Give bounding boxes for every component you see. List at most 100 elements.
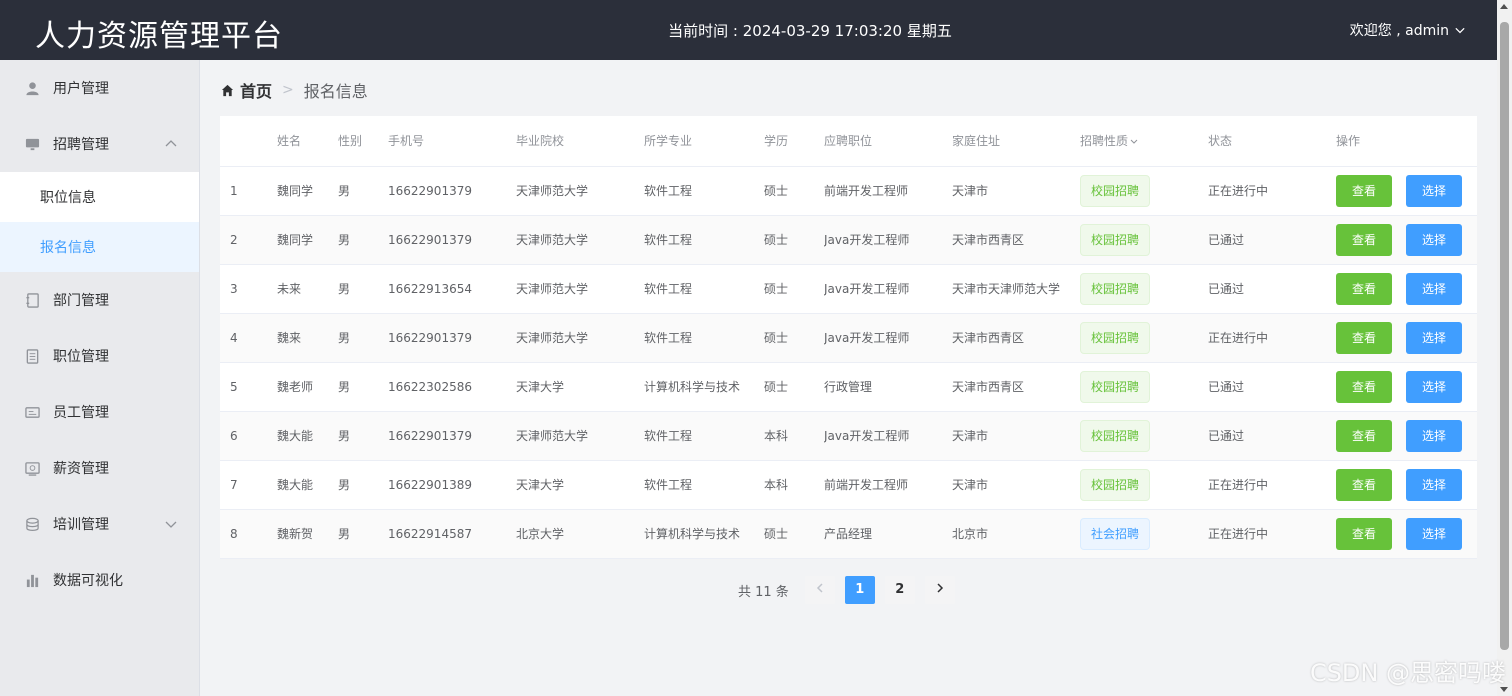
user-menu[interactable]: 欢迎您 , admin [1350, 20, 1465, 40]
view-button[interactable]: 查看 [1336, 517, 1392, 550]
cell-name: 魏大能 [277, 460, 338, 510]
select-button[interactable]: 选择 [1406, 370, 1462, 403]
table-row: 7 魏大能男 16622901389 天津大学 软件工程 本科 前端开发工程师 天津市 校园招聘… [220, 460, 1477, 510]
breadcrumb-home[interactable]: 首页 [221, 78, 272, 102]
chevron-right-icon [937, 583, 943, 593]
column-header: 应聘职位 [824, 116, 952, 167]
column-header: 姓名 [277, 116, 338, 167]
sidebar-item-0[interactable]: 用户管理 [0, 60, 199, 116]
table-row: 1 魏同学男 16622901379 天津师范大学 软件工程 硕士 前端开发工程师 天津市 校园… [220, 166, 1477, 216]
scroll-up-icon[interactable] [1500, 4, 1508, 9]
filter-caret-icon[interactable] [1130, 134, 1138, 144]
cell-status: 已通过 [1208, 215, 1336, 265]
pagination: 共 11 条 12 [738, 576, 965, 604]
sidebar-item-label: 培训管理 [53, 517, 109, 533]
cell-status: 已通过 [1208, 411, 1336, 461]
cell-address: 北京市 [952, 509, 1080, 559]
cell-position: Java开发工程师 [824, 264, 952, 314]
select-button[interactable]: 选择 [1406, 321, 1462, 354]
cell-idx: 3 [220, 264, 277, 314]
cell-name: 魏来 [277, 313, 338, 363]
cell-major: 软件工程 [644, 215, 764, 265]
sidebar-item-3[interactable]: 职位管理 [0, 328, 199, 384]
view-button[interactable]: 查看 [1336, 223, 1392, 256]
column-header: 手机号 [388, 116, 516, 167]
view-button[interactable]: 查看 [1336, 419, 1392, 452]
cell-degree: 本科 [764, 460, 824, 510]
top-header: 人力资源管理平台 当前时间 : 2024-03-29 17:03:20 星期五 … [0, 0, 1497, 60]
cell-gender: 男 [338, 460, 388, 510]
column-header: 所学专业 [644, 116, 764, 167]
submenu-item-0[interactable]: 职位信息 [0, 172, 199, 222]
page-scrollbar[interactable] [1497, 0, 1512, 696]
cell-type: 校园招聘 [1080, 411, 1208, 461]
select-button[interactable]: 选择 [1406, 517, 1462, 550]
cell-type: 校园招聘 [1080, 313, 1208, 363]
recruit-type-tag: 校园招聘 [1080, 370, 1151, 403]
wallet-icon [24, 460, 40, 476]
cell-phone: 16622901389 [388, 460, 516, 510]
watermark: CSDN @思密吗喽 [1309, 659, 1506, 687]
cell-school: 北京大学 [516, 509, 644, 559]
sidebar-item-4[interactable]: 员工管理 [0, 384, 199, 440]
chevron-left-icon [816, 583, 823, 593]
column-header[interactable]: 招聘性质 [1080, 116, 1208, 167]
select-button[interactable]: 选择 [1406, 468, 1462, 501]
page-button-2[interactable]: 2 [884, 576, 915, 604]
sidebar-item-label: 员工管理 [53, 405, 109, 421]
view-button[interactable]: 查看 [1336, 370, 1392, 403]
sidebar-item-6[interactable]: 培训管理 [0, 496, 199, 552]
sidebar-item-7[interactable]: 数据可视化 [0, 552, 199, 608]
cell-school: 天津大学 [516, 362, 644, 412]
submenu: 职位信息 报名信息 [0, 172, 199, 272]
cell-name: 未来 [277, 264, 338, 314]
view-button[interactable]: 查看 [1336, 174, 1392, 207]
select-button[interactable]: 选择 [1406, 419, 1462, 452]
home-icon [221, 84, 234, 96]
recruit-type-tag: 校园招聘 [1080, 272, 1151, 305]
cell-idx: 5 [220, 362, 277, 412]
cell-major: 软件工程 [644, 313, 764, 363]
cell-major: 计算机科学与技术 [644, 509, 764, 559]
cell-status: 已通过 [1208, 264, 1336, 314]
select-button[interactable]: 选择 [1406, 272, 1462, 305]
submenu-item-1[interactable]: 报名信息 [0, 222, 199, 272]
select-button[interactable]: 选择 [1406, 174, 1462, 207]
select-button[interactable]: 选择 [1406, 223, 1462, 256]
page-button-1[interactable]: 1 [844, 576, 875, 604]
cell-phone: 16622913654 [388, 264, 516, 314]
document-icon [24, 348, 40, 364]
next-page-button[interactable] [924, 576, 955, 604]
column-header: 操作 [1336, 116, 1477, 167]
cell-gender: 男 [338, 215, 388, 265]
cell-major: 软件工程 [644, 264, 764, 314]
cell-degree: 硕士 [764, 313, 824, 363]
table-row: 6 魏大能男 16622901379 天津师范大学 软件工程 本科 Java开发工程师 天津市… [220, 411, 1477, 461]
cell-idx: 6 [220, 411, 277, 461]
view-button[interactable]: 查看 [1336, 468, 1392, 501]
sidebar-item-2[interactable]: 部门管理 [0, 272, 199, 328]
view-button[interactable]: 查看 [1336, 321, 1392, 354]
scrollbar-thumb[interactable] [1500, 22, 1509, 650]
breadcrumb-separator: > [282, 82, 294, 98]
view-button[interactable]: 查看 [1336, 272, 1392, 305]
sidebar-item-1[interactable]: 招聘管理 [0, 116, 199, 172]
cell-status: 正在进行中 [1208, 166, 1336, 216]
main-content: 首页 > 报名信息 姓名 性别 手机号 毕业院校 所学专业 学历 应聘职位 家庭住址 招聘性质状… [201, 60, 1497, 696]
coin-icon [24, 516, 40, 532]
cell-major: 软件工程 [644, 460, 764, 510]
cell-gender: 男 [338, 313, 388, 363]
cell-name: 魏同学 [277, 166, 338, 216]
id-card-icon [24, 404, 40, 420]
cell-address: 天津市西青区 [952, 362, 1080, 412]
recruit-type-tag: 校园招聘 [1080, 468, 1151, 501]
user-icon [24, 80, 40, 96]
cell-status: 已通过 [1208, 362, 1336, 412]
sidebar-item-5[interactable]: 薪资管理 [0, 440, 199, 496]
cell-phone: 16622901379 [388, 313, 516, 363]
pagination-total: 共 11 条 [738, 584, 789, 600]
recruit-type-tag: 校园招聘 [1080, 174, 1151, 207]
cell-name: 魏新贺 [277, 509, 338, 559]
prev-page-button[interactable] [804, 576, 835, 604]
sidebar-item-label: 部门管理 [53, 293, 109, 309]
